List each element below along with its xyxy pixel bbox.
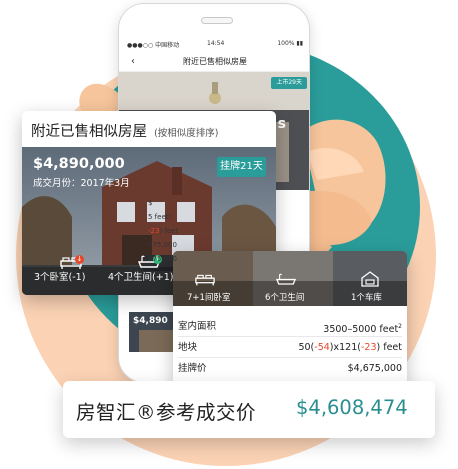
decrease-indicator-icon: ↓	[75, 255, 84, 264]
reference-price-value: $4,608,474	[296, 396, 408, 419]
detail-row-lot-size: 地块 50(-54)x121(-23) feet	[178, 338, 402, 358]
phone-listing-lines: $ 5 feet² -23) feet 675,000 675,000	[148, 196, 194, 266]
row-value: 50(-54)x121(-23) feet	[298, 342, 402, 353]
bedroom-count: 7+1间卧室	[187, 293, 231, 303]
chevron-left-icon[interactable]: ‹	[131, 52, 135, 72]
row-label: 挂牌价	[178, 363, 207, 374]
card-header: 附近已售相似房屋 (按相似度排序)	[22, 111, 276, 147]
bedroom-count: 3个卧室(-1)	[34, 272, 86, 283]
reference-price-banner: 房智汇®参考成交价 $4,608,474	[63, 381, 435, 438]
thumbnail-price: $4,890	[133, 316, 168, 326]
sold-price: $4,890,000	[33, 156, 125, 172]
battery-indicator: 100% ▮▮	[277, 40, 303, 47]
row-value: $4,675,000	[347, 363, 402, 374]
status-bar: ●●●○○ 中国移动 14:54 100% ▮▮	[127, 40, 303, 50]
phone-nav-bar: ‹ 附近已售相似房屋	[119, 52, 309, 72]
listed-days-badge: 挂牌21天	[217, 157, 266, 177]
detail-photo[interactable]: 7+1间卧室 6个卫生间 1个车库	[173, 251, 407, 306]
sold-month: 成交月份：2017年3月	[33, 178, 130, 189]
listed-days-badge: 上市29天	[271, 77, 307, 89]
list-line: 5 feet²	[148, 213, 172, 221]
reference-price-label: 房智汇®参考成交价	[76, 401, 257, 424]
bathtub-icon	[276, 273, 296, 285]
property-detail-card[interactable]: 7+1间卧室 6个卫生间 1个车库 室内面积 3500–5000 feet2 地…	[173, 251, 407, 385]
row-label: 室内面积	[178, 321, 217, 332]
list-line: -23) feet	[148, 227, 179, 235]
list-line: $	[148, 199, 153, 207]
row-label: 地块	[178, 342, 198, 353]
garage-icon	[361, 271, 379, 287]
phone-nav-title: 附近已售相似房屋	[183, 57, 247, 66]
card-title: 附近已售相似房屋	[31, 124, 147, 140]
detail-row-interior-area: 室内面积 3500–5000 feet2	[178, 317, 402, 337]
carrier-label: ●●●○○ 中国移动	[127, 42, 180, 49]
clock: 14:54	[207, 40, 225, 47]
bathroom-count: 6个卫生间	[265, 293, 305, 303]
phone-speaker	[201, 17, 233, 24]
row-value: 3500–5000 feet2	[323, 323, 402, 335]
list-line: 675,000	[148, 255, 177, 263]
card-subtitle: (按相似度排序)	[154, 128, 219, 139]
bathroom-count: 4个卫生间(+1)	[108, 272, 174, 283]
detail-row-list-price: 挂牌价 $4,675,000	[178, 359, 402, 379]
list-line: 675,000	[148, 241, 177, 249]
bed-icon	[195, 274, 215, 286]
garage-count: 1个车库	[351, 293, 382, 303]
